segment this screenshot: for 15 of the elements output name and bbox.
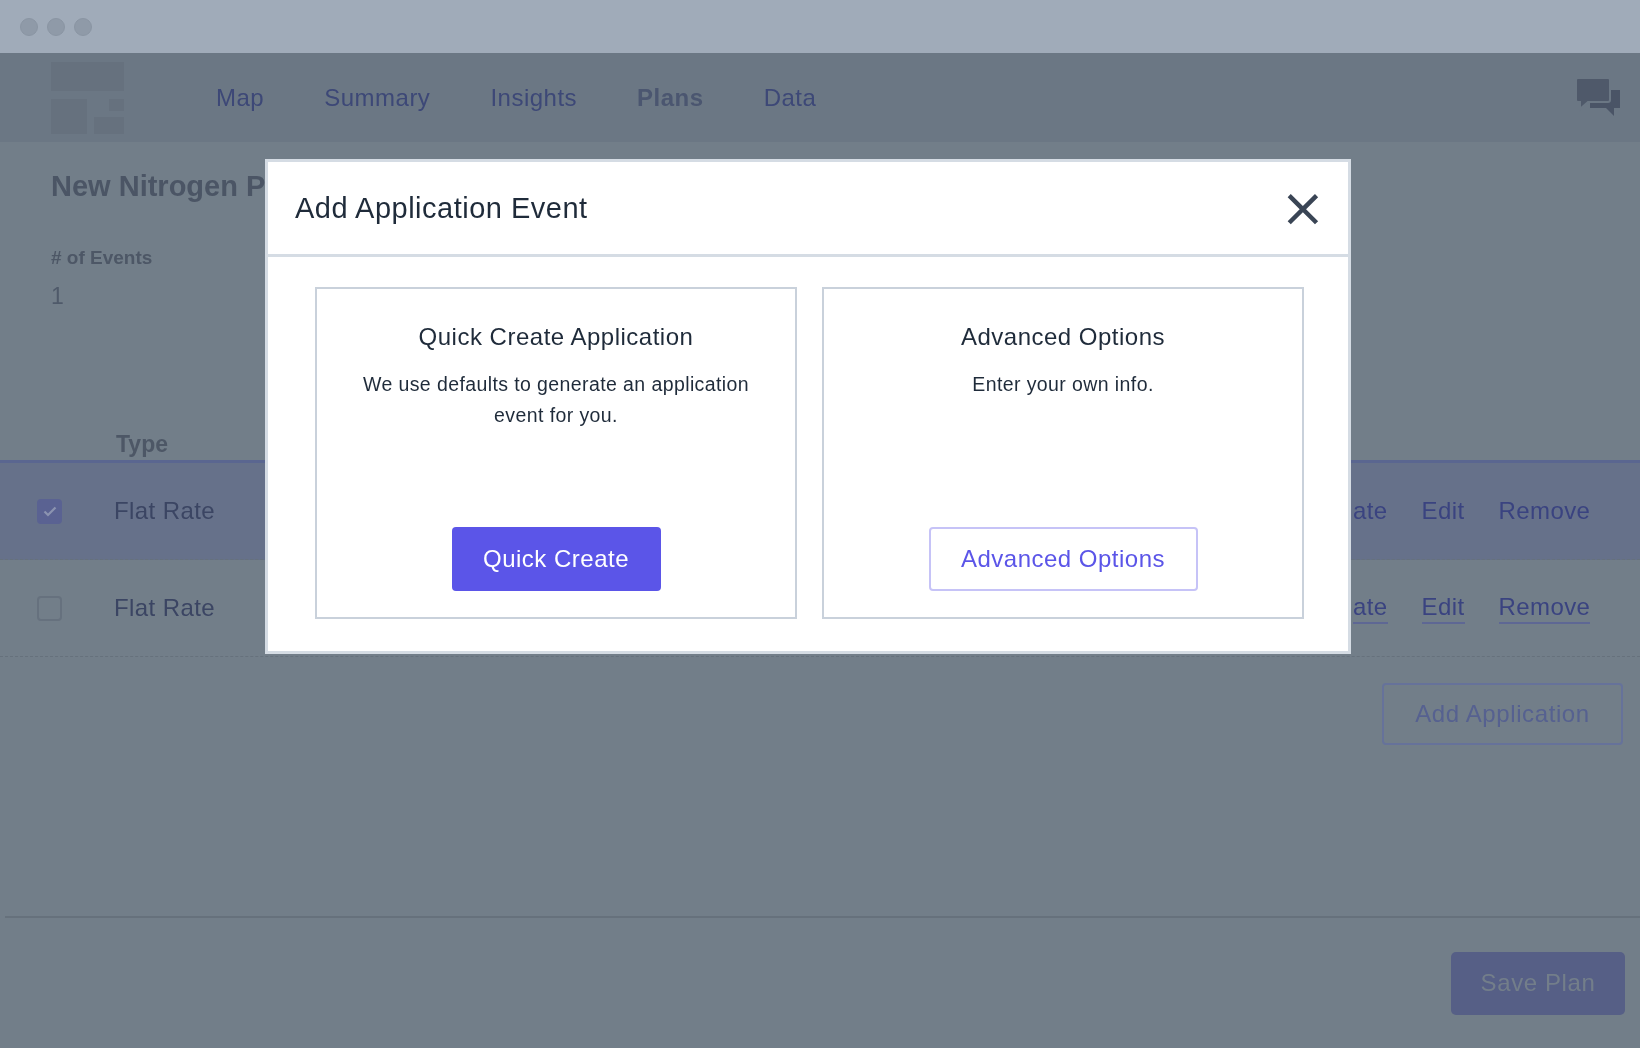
quick-create-button[interactable]: Quick Create (451, 527, 661, 591)
table-cell: Flat Rate (114, 594, 215, 622)
dialog-title: Add Application Event (295, 191, 588, 225)
chat-icon[interactable] (1576, 77, 1622, 118)
advanced-options-button[interactable]: Advanced Options (928, 527, 1198, 591)
check-icon (42, 505, 57, 517)
option-title: Advanced Options (960, 323, 1166, 351)
option-description: Enter your own info. (972, 372, 1154, 397)
close-button[interactable]: × (1272, 181, 1334, 235)
checkbox[interactable] (37, 498, 62, 524)
option-title: Quick Create Application (418, 323, 694, 351)
option-description: We use defaults to generate an application event for you. (361, 372, 751, 428)
action-link[interactable]: ate (1353, 592, 1388, 624)
action-link[interactable]: Edit (1421, 592, 1465, 624)
action-link[interactable]: Remove (1498, 592, 1591, 624)
